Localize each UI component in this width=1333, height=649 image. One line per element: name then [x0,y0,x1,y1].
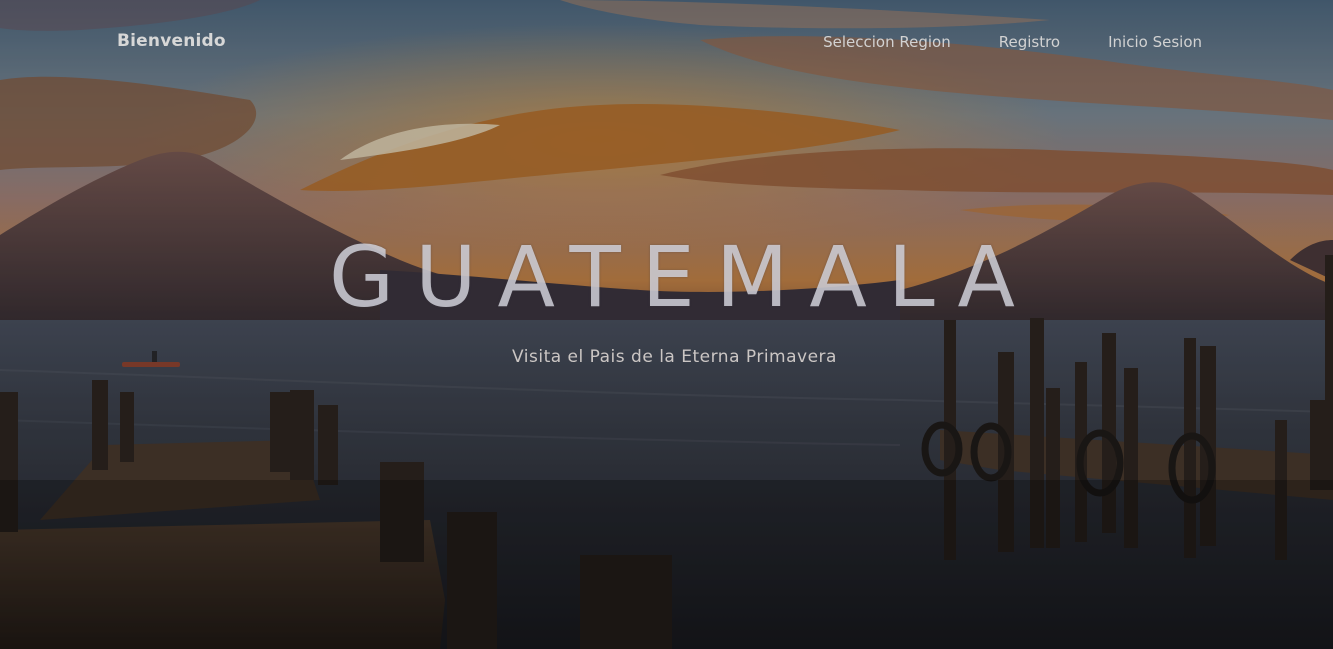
top-navbar: Bienvenido Seleccion Region Registro Ini… [0,0,1333,84]
hero-subtitle: Visita el Pais de la Eterna Primavera [512,347,837,367]
brand-link[interactable]: Bienvenido [117,31,226,51]
nav-links: Seleccion Region Registro Inicio Sesion [823,33,1202,51]
hero-section: Bienvenido Seleccion Region Registro Ini… [0,0,1333,649]
nav-link-inicio-sesion[interactable]: Inicio Sesion [1108,33,1202,51]
nav-link-registro[interactable]: Registro [999,33,1060,51]
hero-title: GUATEMALA [328,228,1037,326]
nav-link-seleccion-region[interactable]: Seleccion Region [823,33,951,51]
